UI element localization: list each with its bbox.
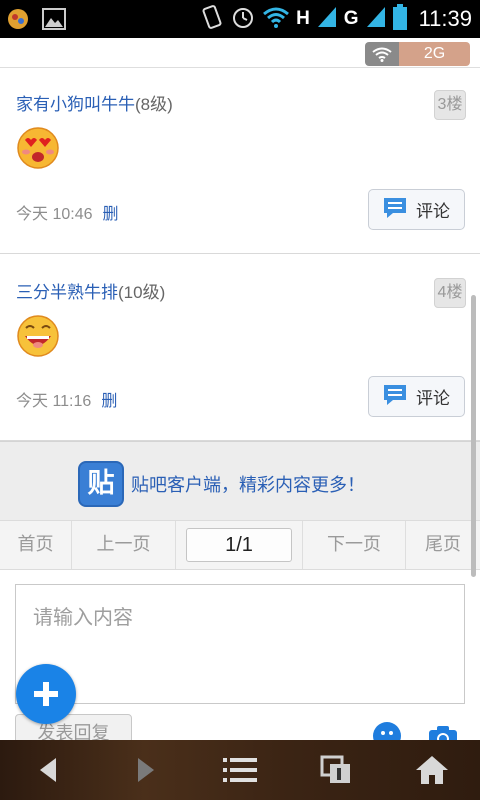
post-meta: 今天 11:16 删 xyxy=(16,387,117,411)
post-author[interactable]: 家有小狗叫牛牛(8级) xyxy=(16,90,173,115)
signal-icon xyxy=(316,5,338,33)
comment-icon xyxy=(382,196,408,224)
list-icon xyxy=(223,758,257,782)
promo-text[interactable]: 贴吧客户端，精彩内容更多！ xyxy=(131,471,365,497)
home-icon xyxy=(416,756,448,784)
vibrate-icon xyxy=(200,4,224,34)
comment-icon xyxy=(382,383,408,411)
first-page-button[interactable]: 首页 xyxy=(0,521,72,569)
comment-button[interactable]: 评论 xyxy=(368,189,465,230)
comment-label: 评论 xyxy=(416,202,450,221)
forward-button[interactable] xyxy=(106,740,186,800)
post-item: 家有小狗叫牛牛(8级) 3楼 今天 10:46 删 评论 xyxy=(0,68,480,254)
floor-badge: 3楼 xyxy=(434,90,466,120)
prev-page-button[interactable]: 上一页 xyxy=(72,521,176,569)
laughing-emoji-icon xyxy=(16,314,60,358)
tabs-button[interactable] xyxy=(296,740,376,800)
add-fab-button[interactable] xyxy=(16,664,76,724)
delete-link[interactable]: 删 xyxy=(101,393,117,410)
user-level: (8级) xyxy=(135,95,173,114)
wifi-icon xyxy=(365,42,399,66)
tieba-logo-icon: 贴 xyxy=(78,461,124,507)
forward-icon xyxy=(138,758,154,782)
comment-button[interactable]: 评论 xyxy=(368,376,465,417)
scrollbar[interactable] xyxy=(471,295,476,577)
post-time: 今天 10:46 xyxy=(16,206,93,223)
network-type-label: H xyxy=(296,8,310,29)
client-promo-banner[interactable]: 贴 贴吧客户端，精彩内容更多！ xyxy=(0,441,480,520)
browser-nav-bar xyxy=(0,740,480,800)
home-button[interactable] xyxy=(392,740,472,800)
last-page-button[interactable]: 尾页 xyxy=(406,521,480,569)
current-page-indicator[interactable]: 1/1 xyxy=(186,528,292,562)
pagination: 首页 上一页 1/1 下一页 尾页 xyxy=(0,520,480,570)
tabs-icon xyxy=(320,755,350,783)
app-notification-icon xyxy=(6,7,30,35)
reply-placeholder: 请输入内容 xyxy=(33,605,133,629)
network-banner: 2G xyxy=(0,38,480,68)
user-level: (10级) xyxy=(118,283,166,302)
post-item: 三分半熟牛排(10级) 4楼 今天 11:16 删 评论 xyxy=(0,254,480,441)
back-button[interactable] xyxy=(8,740,88,800)
wifi-icon xyxy=(262,5,290,33)
comment-label: 评论 xyxy=(416,389,450,408)
signal-icon-2 xyxy=(365,5,387,33)
network-type-label-2: G xyxy=(343,8,359,29)
next-page-button[interactable]: 下一页 xyxy=(302,521,406,569)
battery-icon xyxy=(392,4,407,34)
floor-badge: 4楼 xyxy=(434,278,466,308)
network-type-badge: 2G xyxy=(399,42,470,66)
heart-eyes-emoji-icon xyxy=(16,126,60,170)
username[interactable]: 家有小狗叫牛牛 xyxy=(16,95,135,114)
plus-icon xyxy=(34,682,58,706)
post-author[interactable]: 三分半熟牛排(10级) xyxy=(16,278,165,303)
delete-link[interactable]: 删 xyxy=(103,206,119,223)
menu-button[interactable] xyxy=(200,740,280,800)
post-time: 今天 11:16 xyxy=(16,393,92,410)
post-meta: 今天 10:46 删 xyxy=(16,200,119,224)
network-badge: 2G xyxy=(365,42,470,66)
alarm-icon xyxy=(230,4,256,34)
reply-input[interactable]: 请输入内容 xyxy=(15,584,465,704)
back-icon xyxy=(40,758,56,782)
status-bar: H G 11:39 xyxy=(0,0,480,38)
username[interactable]: 三分半熟牛排 xyxy=(16,283,118,302)
clock: 11:39 xyxy=(418,6,472,31)
image-icon xyxy=(42,8,66,34)
